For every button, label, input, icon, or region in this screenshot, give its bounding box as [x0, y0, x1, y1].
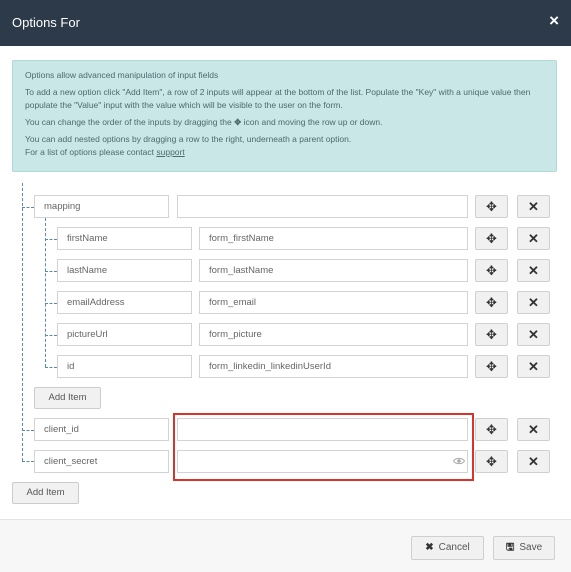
info-line: You can change the order of the inputs b… — [25, 116, 544, 129]
remove-icon[interactable]: ✕ — [517, 291, 550, 314]
remove-icon[interactable]: ✕ — [517, 227, 550, 250]
option-key-input[interactable]: client_secret — [34, 450, 169, 473]
remove-icon[interactable]: ✕ — [517, 259, 550, 282]
move-icon: ✥ — [234, 117, 242, 127]
option-key-input[interactable]: mapping — [34, 195, 169, 218]
close-icon[interactable]: × — [549, 11, 559, 31]
option-value-input[interactable]: form_linkedin_linkedinUserId — [199, 355, 468, 378]
info-panel: Options allow advanced manipulation of i… — [12, 60, 557, 172]
remove-icon[interactable]: ✕ — [517, 418, 550, 441]
info-line: To add a new option click "Add Item", a … — [25, 87, 531, 110]
option-value-input[interactable]: form_lastName — [199, 259, 468, 282]
save-icon: 🖫 — [505, 542, 515, 553]
remove-icon[interactable]: ✕ — [517, 355, 550, 378]
remove-icon[interactable]: ✕ — [517, 450, 550, 473]
tree-line — [45, 218, 46, 367]
move-icon[interactable]: ✥ — [475, 259, 508, 282]
remove-icon[interactable]: ✕ — [517, 323, 550, 346]
eye-icon[interactable] — [453, 456, 465, 466]
option-value-input[interactable]: form_email — [199, 291, 468, 314]
option-value-input[interactable] — [177, 418, 468, 441]
tree-line — [22, 430, 34, 431]
password-input[interactable] — [177, 450, 468, 473]
save-button[interactable]: 🖫 Save — [493, 536, 555, 560]
option-key-input[interactable]: lastName — [57, 259, 192, 282]
info-line: For a list of options please contact sup… — [25, 146, 544, 159]
info-text: For a list of options please contact — [25, 147, 154, 157]
add-item-button[interactable]: Add Item — [12, 482, 79, 504]
option-key-input[interactable]: firstName — [57, 227, 192, 250]
move-icon[interactable]: ✥ — [475, 195, 508, 218]
info-text: icon and moving the row up or down. — [243, 117, 383, 127]
tree-line — [22, 207, 34, 208]
option-key-input[interactable]: emailAddress — [57, 291, 192, 314]
modal-header: Options For × — [0, 0, 571, 46]
tree-line — [22, 461, 34, 462]
tree-line — [45, 239, 57, 240]
tree-line — [45, 303, 57, 304]
cancel-label: Cancel — [438, 542, 470, 553]
option-value-input[interactable]: form_firstName — [199, 227, 468, 250]
option-key-input[interactable]: pictureUrl — [57, 323, 192, 346]
tree-line — [45, 367, 57, 368]
option-value-input[interactable] — [177, 195, 468, 218]
option-key-input[interactable]: client_id — [34, 418, 169, 441]
close-icon: ✖ — [425, 542, 434, 553]
modal-footer: ✖ Cancel 🖫 Save — [0, 520, 571, 572]
option-value-input[interactable]: form_picture — [199, 323, 468, 346]
move-icon[interactable]: ✥ — [475, 418, 508, 441]
move-icon[interactable]: ✥ — [475, 355, 508, 378]
modal-title: Options For — [12, 15, 80, 30]
save-label: Save — [519, 542, 543, 553]
info-text: You can change the order of the inputs b… — [25, 117, 232, 127]
tree-line — [45, 335, 57, 336]
add-item-button[interactable]: Add Item — [34, 387, 101, 409]
remove-icon[interactable]: ✕ — [517, 195, 550, 218]
move-icon[interactable]: ✥ — [475, 450, 508, 473]
info-line: Options allow advanced manipulation of i… — [25, 70, 219, 80]
option-key-input[interactable]: id — [57, 355, 192, 378]
info-line: You can add nested options by dragging a… — [25, 134, 352, 144]
tree-line — [22, 183, 23, 461]
move-icon[interactable]: ✥ — [475, 291, 508, 314]
move-icon[interactable]: ✥ — [475, 323, 508, 346]
move-icon[interactable]: ✥ — [475, 227, 508, 250]
support-link[interactable]: support — [156, 147, 184, 157]
tree-line — [45, 271, 57, 272]
cancel-button[interactable]: ✖ Cancel — [411, 536, 484, 560]
